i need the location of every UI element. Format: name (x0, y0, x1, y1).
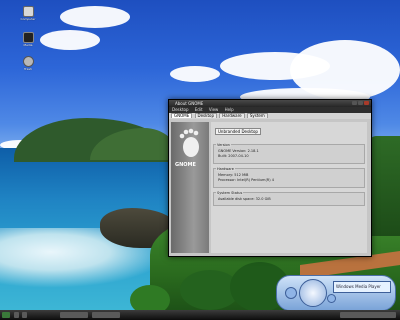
taskbar-button[interactable] (60, 312, 88, 318)
desktop-icon-media[interactable]: Media (19, 32, 37, 47)
tab-hardware[interactable]: Hardware (219, 113, 245, 118)
window-client: GNOME Unbranded Desktop Version GNOME Ve… (169, 119, 371, 256)
window-title: About GNOME (175, 101, 204, 106)
media-player-gadget[interactable]: Windows Media Player (276, 275, 396, 311)
group-system-status: System Status Available disk space: 32.0… (213, 191, 365, 206)
tab-gnome[interactable]: GNOME (171, 113, 193, 118)
gadget-display: Windows Media Player (333, 281, 391, 293)
taskbar-button[interactable] (92, 312, 120, 318)
gnome-logo-text: GNOME (175, 162, 196, 168)
minimize-icon[interactable] (352, 101, 357, 105)
about-window: About GNOME Desktop Edit View Help GNOME… (168, 99, 372, 257)
window-titlebar[interactable]: About GNOME (169, 100, 371, 107)
desktop-icon-label: Computer (20, 17, 36, 21)
trash-icon (22, 56, 34, 67)
desktop-icon-trash[interactable]: Trash (19, 56, 37, 71)
desktop-icon-computer[interactable]: Computer (19, 6, 37, 21)
previous-button[interactable] (285, 287, 297, 299)
info-line: Processor: Intel(R) Pentium(R) 4 (218, 178, 274, 182)
play-dial[interactable] (299, 279, 327, 307)
group-title: Version (216, 143, 231, 147)
close-icon[interactable] (364, 101, 369, 105)
computer-icon (22, 6, 34, 17)
tab-desktop[interactable]: Desktop (194, 113, 217, 118)
foliage (130, 285, 170, 310)
start-icon[interactable] (2, 312, 10, 318)
sidebar-panel: GNOME (171, 122, 209, 253)
tab-system[interactable]: System (246, 113, 268, 118)
quick-launch-icon[interactable] (14, 312, 19, 318)
info-line: Built: 2007-04-10 (218, 154, 249, 158)
group-hardware: Hardware Memory: 512 MiB Processor: Inte… (213, 167, 365, 188)
menu-item[interactable]: View (209, 107, 219, 112)
menu-item[interactable]: Help (225, 107, 234, 112)
quick-launch-icon[interactable] (22, 312, 27, 318)
cloud (170, 66, 220, 82)
info-line: Available disk space: 32.0 GiB (218, 197, 271, 201)
cloud (60, 6, 130, 28)
menu-item[interactable]: Edit (195, 107, 203, 112)
desktop-icon-label: Media (23, 43, 33, 47)
system-tray (340, 312, 396, 318)
group-title: System Status (216, 191, 244, 195)
info-line: Memory: 512 MiB (218, 173, 249, 177)
page-heading: Unbranded Desktop (215, 128, 261, 135)
media-player-icon (22, 32, 34, 43)
maximize-icon[interactable] (358, 101, 363, 105)
taskbar (0, 310, 400, 320)
gnome-foot-icon (179, 128, 199, 157)
group-version: Version GNOME Version: 2.18.1 Built: 200… (213, 143, 365, 164)
desktop-icon-label: Trash (24, 67, 32, 71)
info-line: GNOME Version: 2.18.1 (218, 149, 259, 153)
next-button[interactable] (327, 294, 336, 303)
menu-item[interactable]: Desktop (172, 107, 189, 112)
group-title: Hardware (216, 167, 235, 171)
cloud (40, 30, 100, 50)
window-controls (351, 101, 369, 107)
content-pane: Unbranded Desktop Version GNOME Version:… (211, 122, 367, 253)
